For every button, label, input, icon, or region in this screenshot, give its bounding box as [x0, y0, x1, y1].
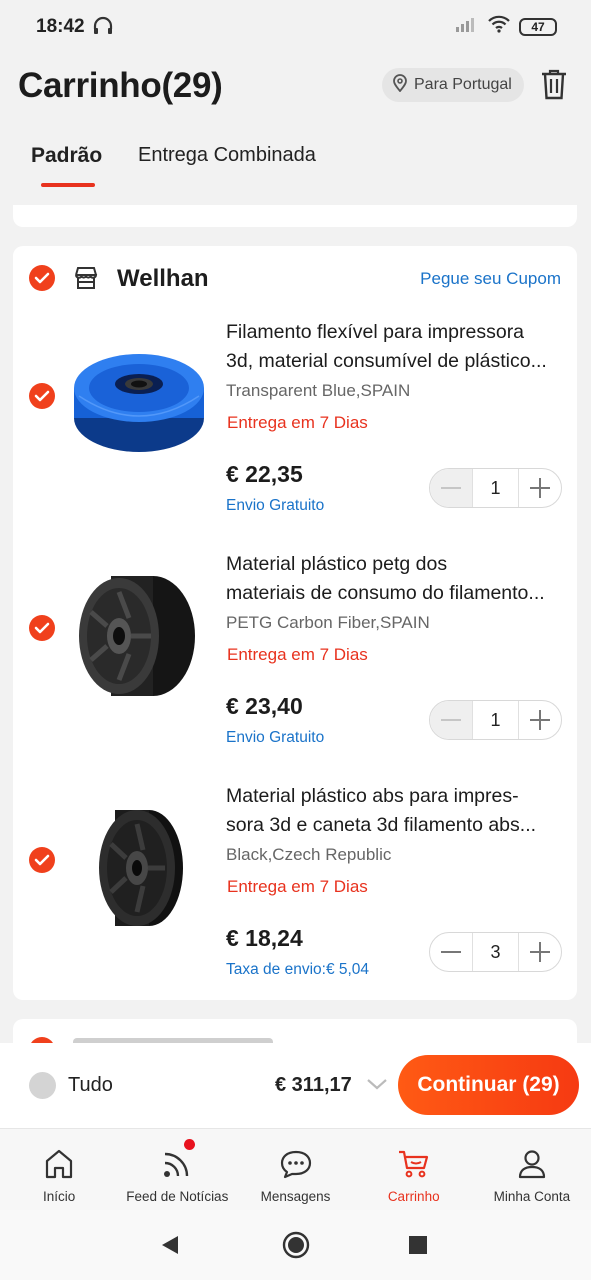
delivery-estimate: Entrega em 7 Dias	[227, 877, 368, 896]
item-title[interactable]: Filamento flexível para impressora 3d, m…	[226, 318, 566, 376]
item-title-line1: Material plástico abs para impres-	[226, 785, 519, 807]
notification-dot	[184, 1139, 196, 1150]
item-checkbox[interactable]	[29, 847, 55, 873]
feed-icon	[162, 1147, 192, 1181]
delivery-estimate: Entrega em 7 Dias	[227, 413, 368, 432]
status-time: 18:42	[36, 16, 85, 37]
nav-label: Minha Conta	[493, 1189, 571, 1204]
product-image-blue-spool[interactable]	[71, 336, 207, 472]
total-price: € 311,17	[275, 1074, 352, 1096]
get-coupon-link[interactable]: Pegue seu Cupom	[420, 269, 561, 289]
item-title[interactable]: Material plástico abs para impres- sora …	[226, 782, 566, 840]
nav-cart[interactable]: Carrinho	[355, 1129, 473, 1210]
tab-padrao[interactable]: Padrão	[31, 144, 102, 168]
continue-button[interactable]: Continuar (29)	[398, 1055, 579, 1115]
nav-account[interactable]: Minha Conta	[473, 1129, 591, 1210]
item-title-line2: materiais de consumo do filamento...	[226, 582, 545, 604]
item-title-line2: sora 3d e caneta 3d filamento abs...	[226, 814, 537, 836]
store-name[interactable]: Wellhan	[117, 265, 209, 293]
select-all-label[interactable]: Tudo	[68, 1074, 113, 1097]
wifi-icon	[487, 15, 511, 38]
nav-feed[interactable]: Feed de Notícias	[118, 1129, 236, 1210]
recent-apps-icon[interactable]	[409, 1236, 427, 1254]
item-title-line2: 3d, material consumível de plástico...	[226, 350, 547, 372]
signal-icon	[455, 16, 479, 37]
status-bar: 18:42 47	[0, 0, 591, 52]
product-image-carbon-spool[interactable]	[71, 568, 207, 704]
account-icon	[517, 1147, 547, 1181]
nav-home[interactable]: Início	[0, 1129, 118, 1210]
store-checkbox[interactable]	[29, 265, 55, 291]
item-checkbox[interactable]	[29, 383, 55, 409]
item-title[interactable]: Material plástico petg dos materiais de …	[226, 550, 566, 608]
store-icon	[73, 265, 99, 296]
item-price: € 23,40	[226, 693, 303, 719]
location-pin-icon	[392, 73, 408, 97]
item-variant[interactable]: Transparent Blue,SPAIN	[226, 381, 410, 401]
page-title: Carrinho(29)	[18, 66, 223, 105]
messages-icon	[279, 1147, 313, 1181]
battery-indicator: 47	[519, 17, 557, 36]
location-selector[interactable]: Para Portugal	[382, 68, 524, 102]
quantity-value[interactable]: 1	[472, 469, 519, 507]
checkout-bar: Tudo € 311,17 Continuar (29)	[0, 1043, 591, 1128]
tab-entrega-combinada[interactable]: Entrega Combinada	[138, 144, 316, 167]
headset-icon	[92, 16, 114, 41]
item-title-line1: Filamento flexível para impressora	[226, 321, 525, 343]
previous-store-card	[13, 205, 577, 227]
cart-icon	[397, 1147, 431, 1181]
quantity-value[interactable]: 3	[472, 933, 519, 971]
nav-label: Mensagens	[260, 1189, 331, 1204]
cart-item: Filamento flexível para impressora 3d, m…	[13, 318, 577, 550]
item-checkbox[interactable]	[29, 615, 55, 641]
decrease-quantity-button[interactable]	[430, 701, 472, 739]
cart-item: Material plástico petg dos materiais de …	[13, 550, 577, 782]
trash-icon[interactable]	[540, 68, 568, 105]
chevron-down-icon[interactable]	[366, 1077, 388, 1096]
quantity-stepper: 3	[429, 932, 562, 972]
nav-label: Carrinho	[387, 1189, 440, 1204]
quantity-stepper: 1	[429, 468, 562, 508]
item-price: € 22,35	[226, 461, 303, 487]
item-title-line1: Material plástico petg dos	[226, 553, 448, 575]
product-image-black-spool[interactable]	[71, 800, 207, 936]
item-variant[interactable]: Black,Czech Republic	[226, 845, 391, 865]
store-card: Wellhan Pegue seu Cupom Filamento flexív…	[13, 246, 577, 1000]
active-tab-indicator	[41, 183, 95, 187]
shipping-info: Taxa de envio:€ 5,04	[226, 961, 370, 978]
increase-quantity-button[interactable]	[519, 701, 561, 739]
quantity-value[interactable]: 1	[472, 701, 519, 739]
delivery-estimate: Entrega em 7 Dias	[227, 645, 368, 664]
item-price: € 18,24	[226, 925, 303, 951]
shipping-info: Envio Gratuito	[226, 497, 325, 514]
home-icon	[44, 1147, 74, 1181]
increase-quantity-button[interactable]	[519, 469, 561, 507]
location-label: Para Portugal	[414, 76, 512, 93]
nav-messages[interactable]: Mensagens	[236, 1129, 354, 1210]
bottom-navigation: Início Feed de Notícias Mensagens Carrin…	[0, 1128, 591, 1210]
back-icon[interactable]	[160, 1234, 180, 1261]
item-variant[interactable]: PETG Carbon Fiber,SPAIN	[226, 613, 430, 633]
nav-label: Início	[42, 1189, 76, 1204]
system-navigation-bar	[0, 1210, 591, 1280]
nav-label: Feed de Notícias	[126, 1189, 229, 1204]
quantity-stepper: 1	[429, 700, 562, 740]
decrease-quantity-button[interactable]	[430, 469, 472, 507]
select-all-checkbox[interactable]	[29, 1072, 56, 1099]
shipping-info: Envio Gratuito	[226, 729, 325, 746]
home-circle-icon[interactable]	[282, 1231, 310, 1264]
cart-item: Material plástico abs para impres- sora …	[13, 782, 577, 1014]
increase-quantity-button[interactable]	[519, 933, 561, 971]
decrease-quantity-button[interactable]	[430, 933, 472, 971]
